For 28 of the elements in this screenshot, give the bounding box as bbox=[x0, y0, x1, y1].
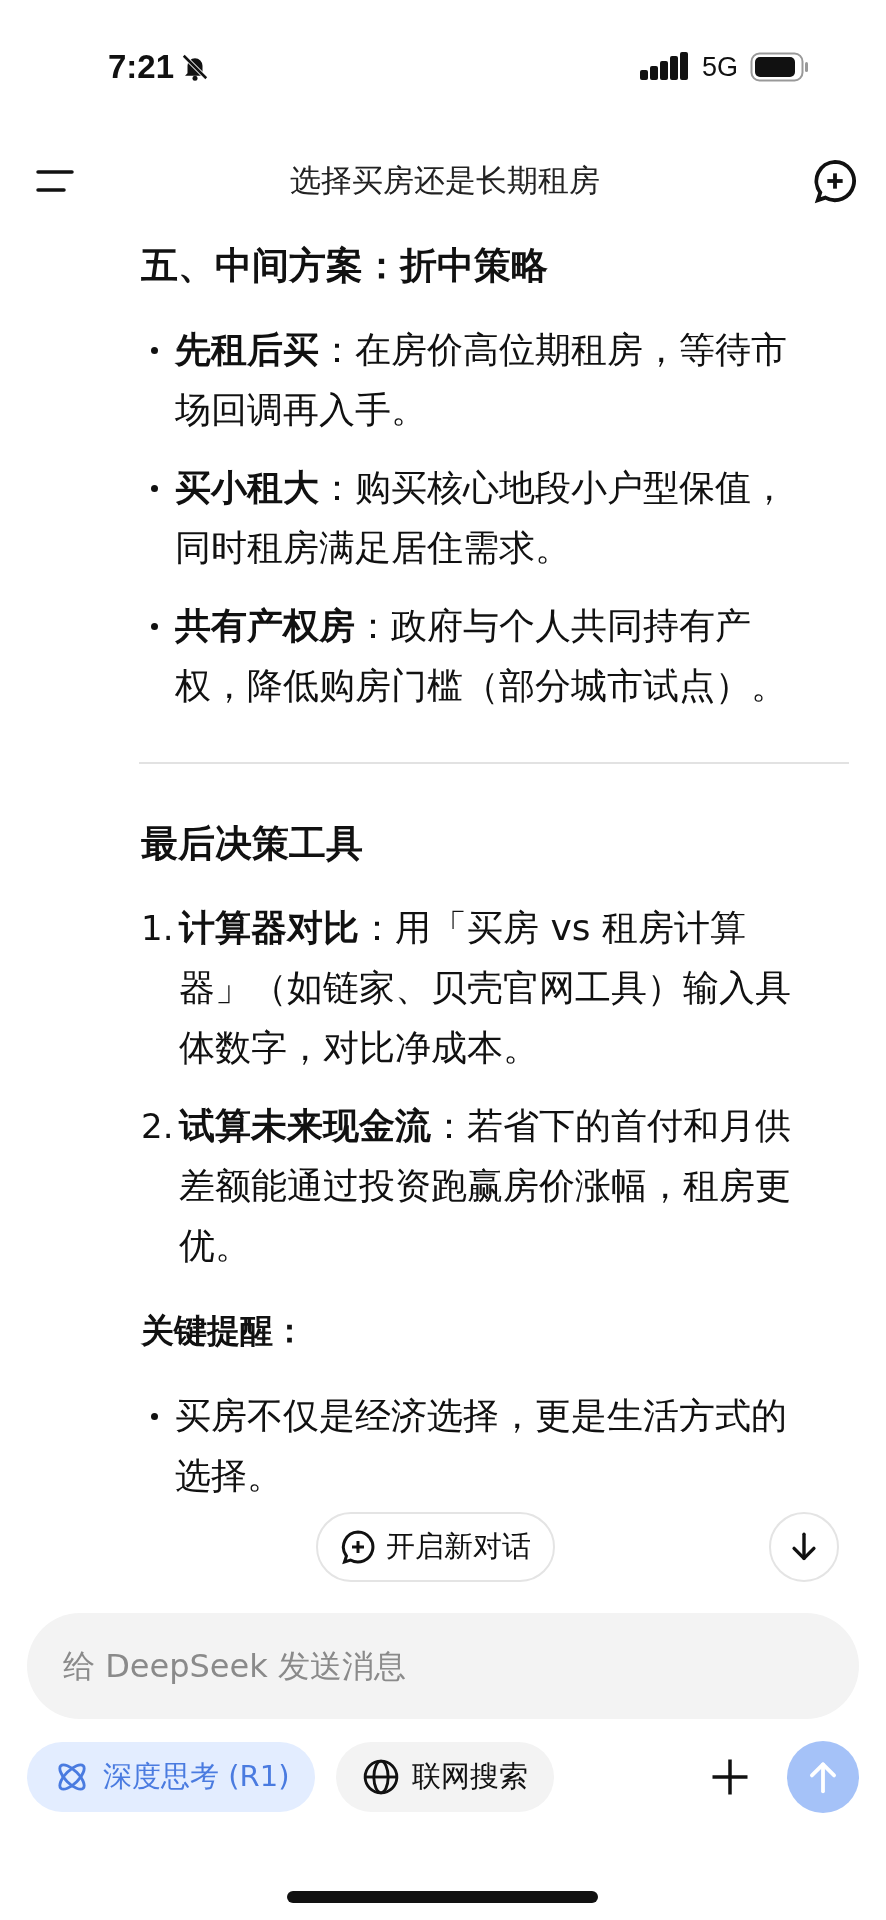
option-toggle[interactable]: 联网搜索 bbox=[336, 1742, 555, 1812]
paragraph-text: 买房不仅是经济选择，更是生活方式的选择。 bbox=[175, 1394, 788, 1498]
paragraph-text: 计算器对比：用「买房 vs 租房计算器」（如链家、贝壳官网工具）输入具体数字，对比净成本。 bbox=[179, 906, 792, 1070]
bullet-icon bbox=[151, 346, 158, 354]
bullet-icon bbox=[151, 1412, 158, 1420]
new-chat-pill-button[interactable]: 开启新对话 bbox=[316, 1512, 555, 1582]
paragraph-text: 试算未来现金流：若省下的首付和月供差额能通过投资跑赢房价涨幅，租房更优。 bbox=[179, 1104, 792, 1268]
new-chat-button[interactable] bbox=[812, 158, 858, 204]
status-time: 7:21 bbox=[108, 48, 175, 86]
chat-plus-icon bbox=[812, 158, 858, 204]
list-number: 1. bbox=[141, 907, 175, 950]
paragraph-text: 先租后买：在房价高位期租房，等待市场回调再入手。 bbox=[175, 328, 788, 432]
section-heading: 五、中间方案：折中策略 bbox=[141, 243, 549, 289]
bullet-icon bbox=[151, 484, 158, 492]
paragraph-text: 共有产权房：政府与个人共同持有产权，降低购房门槛（部分城市试点）。 bbox=[175, 604, 788, 708]
globe-icon bbox=[362, 1758, 401, 1796]
bullet-icon bbox=[151, 622, 158, 630]
bold-label: 关键提醒： bbox=[141, 1310, 307, 1352]
menu-icon bbox=[36, 168, 74, 194]
network-label: 5G bbox=[701, 51, 738, 83]
list-number: 2. bbox=[141, 1105, 175, 1148]
battery-icon bbox=[750, 52, 810, 82]
chat-plus-icon bbox=[340, 1529, 376, 1565]
message-input[interactable]: 给 DeepSeek 发送消息 bbox=[27, 1613, 859, 1719]
paragraph-text: 买小租大：购买核心地段小户型保值，同时租房满足居住需求。 bbox=[175, 466, 788, 570]
signal-icon bbox=[639, 52, 690, 82]
chat-title: 选择买房还是长期租房 bbox=[290, 161, 600, 200]
section-heading: 最后决策工具 bbox=[141, 821, 364, 867]
